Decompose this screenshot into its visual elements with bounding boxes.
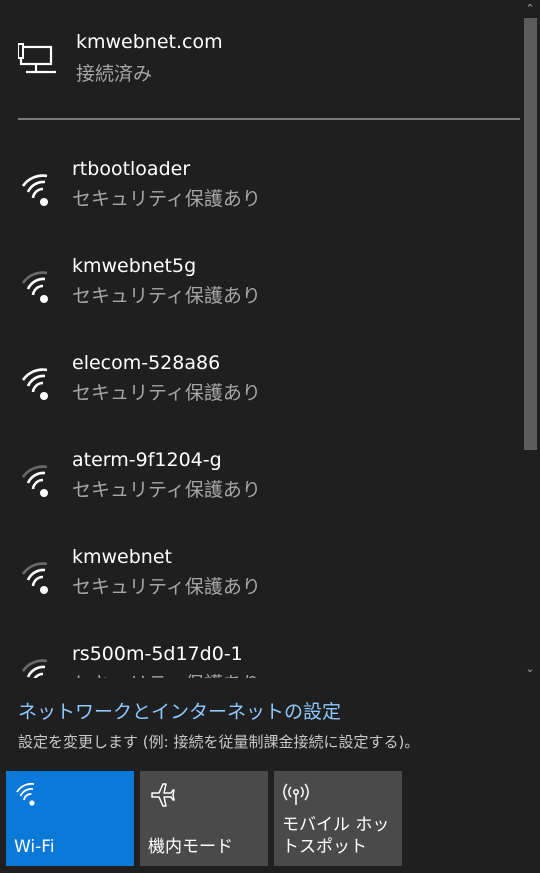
network-security-status: セキュリティ保護あり xyxy=(72,285,261,307)
network-flyout: kmwebnet.com 接続済み rtbootloader セキュリティ保護あ… xyxy=(0,0,540,873)
wifi-icon xyxy=(21,465,48,497)
scroll-down-icon[interactable]: ⌄ xyxy=(520,660,540,678)
wifi-network-item[interactable]: kmwebnet5g セキュリティ保護あり xyxy=(0,255,520,352)
mobile-hotspot-label: モバイル ホットスポット xyxy=(282,815,390,857)
network-settings-description: 設定を変更します (例: 接続を従量制課金接続に設定する)。 xyxy=(18,733,420,751)
connected-network-status: 接続済み xyxy=(76,63,153,85)
ethernet-icon xyxy=(18,43,56,74)
hotspot-icon xyxy=(283,783,309,805)
wifi-network-item[interactable]: kmwebnet セキュリティ保護あり xyxy=(0,546,520,643)
network-security-status: セキュリティ保護あり xyxy=(72,479,261,501)
wifi-network-item[interactable]: aterm-9f1204-g セキュリティ保護あり xyxy=(0,449,520,546)
network-security-status: セキュリティ保護あり xyxy=(72,188,261,210)
scroll-thumb[interactable] xyxy=(524,18,537,450)
connected-network-item[interactable]: kmwebnet.com 接続済み xyxy=(0,0,520,120)
mobile-hotspot-button[interactable]: モバイル ホットスポット xyxy=(274,771,402,866)
airplane-mode-button[interactable]: 機内モード xyxy=(140,771,268,866)
wifi-icon xyxy=(21,562,48,594)
wifi-icon xyxy=(21,659,48,678)
divider xyxy=(18,118,520,120)
vertical-scrollbar[interactable]: ⌃ ⌄ xyxy=(520,0,540,678)
network-name: elecom-528a86 xyxy=(72,352,221,374)
wifi-network-item[interactable]: elecom-528a86 セキュリティ保護あり xyxy=(0,352,520,449)
network-name: kmwebnet5g xyxy=(72,255,197,277)
network-list: kmwebnet.com 接続済み rtbootloader セキュリティ保護あ… xyxy=(0,0,520,678)
connected-network-name: kmwebnet.com xyxy=(76,31,223,53)
network-security-status: セキュリティ保護あり xyxy=(72,669,261,678)
wifi-toggle-button[interactable]: Wi-Fi xyxy=(6,771,134,866)
wifi-icon xyxy=(21,271,48,303)
network-name: rs500m-5d17d0-1 xyxy=(72,643,243,665)
airplane-icon xyxy=(151,783,175,807)
network-security-status: セキュリティ保護あり xyxy=(72,382,261,404)
network-settings-link[interactable]: ネットワークとインターネットの設定 xyxy=(18,697,341,724)
wifi-network-item[interactable]: rs500m-5d17d0-1 セキュリティ保護あり xyxy=(0,643,520,678)
scroll-up-icon[interactable]: ⌃ xyxy=(520,0,540,18)
wifi-toggle-label: Wi-Fi xyxy=(14,837,55,857)
network-security-status: セキュリティ保護あり xyxy=(72,576,261,598)
network-name: kmwebnet xyxy=(72,546,172,568)
network-name: rtbootloader xyxy=(72,158,191,180)
wifi-icon xyxy=(21,368,48,400)
wifi-icon xyxy=(21,174,48,206)
network-name: aterm-9f1204-g xyxy=(72,449,222,471)
airplane-mode-label: 機内モード xyxy=(148,837,233,857)
wifi-icon xyxy=(16,782,35,806)
wifi-network-item[interactable]: rtbootloader セキュリティ保護あり xyxy=(0,158,520,255)
